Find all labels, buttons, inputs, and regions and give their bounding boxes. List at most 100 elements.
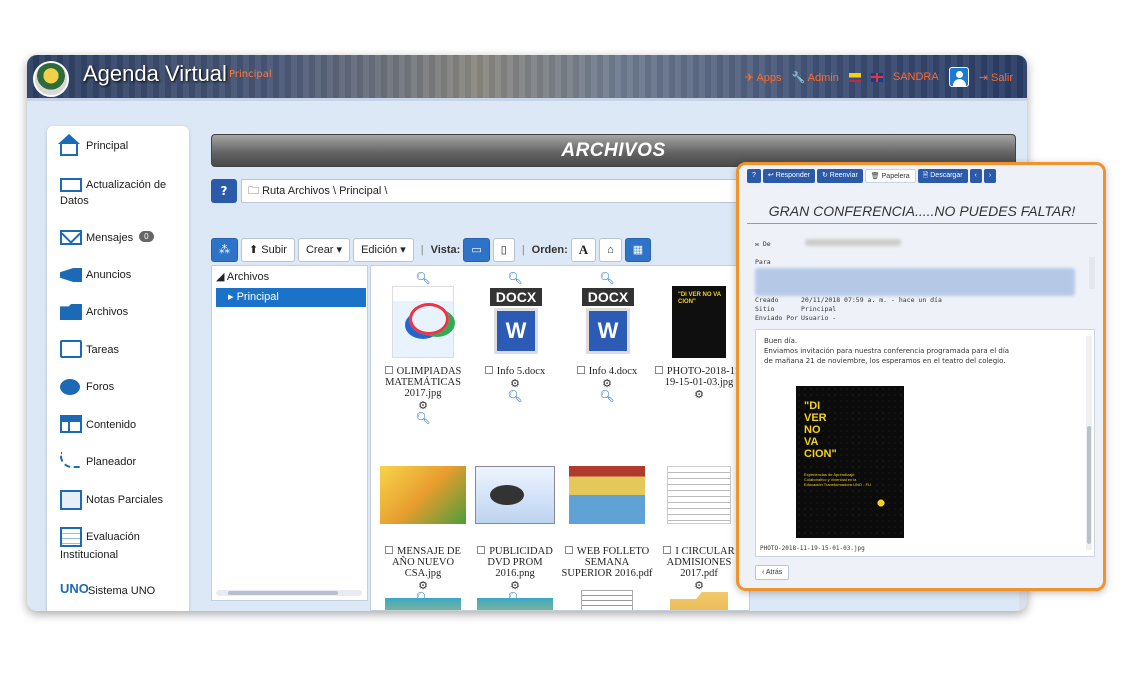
sidebar-item-principal[interactable]: Principal xyxy=(47,134,189,156)
file-checkbox[interactable] xyxy=(384,366,393,374)
sidebar-item-label: Foros xyxy=(86,381,115,393)
colombia-flag-icon[interactable] xyxy=(848,72,861,82)
file-checkbox[interactable] xyxy=(576,366,585,374)
file-checkbox[interactable] xyxy=(654,366,663,374)
sidebar-item-evaluacion[interactable]: Evaluación Institucional xyxy=(47,527,189,561)
view-list-button[interactable]: ▯ xyxy=(492,238,515,262)
edit-dropdown[interactable]: Edición ▾ xyxy=(353,238,414,262)
file-name: Info 5.docx xyxy=(496,366,546,377)
toolbar-divider: | xyxy=(420,244,424,256)
sidebar-item-label: Planeador xyxy=(86,456,137,468)
file-checkbox[interactable] xyxy=(385,546,394,554)
file-item[interactable]: WEB FOLLETO SEMANA SUPERIOR 2016.pdf xyxy=(561,464,653,579)
gear-icon[interactable]: ⚙ xyxy=(653,388,745,401)
file-item[interactable]: 🔍︎ OLIMPIADAS MATEMÁTICAS 2017.jpg ⚙ 🔍︎ xyxy=(377,272,469,424)
user-avatar-icon[interactable] xyxy=(948,67,969,87)
tree-root-node[interactable]: ◢ Archivos xyxy=(216,270,269,283)
reply-button[interactable]: ↩ Responder xyxy=(762,169,815,183)
file-item[interactable] xyxy=(377,596,469,610)
app-breadcrumb[interactable]: Principal xyxy=(229,69,272,80)
file-item[interactable] xyxy=(561,588,653,610)
file-item[interactable]: 🔍︎ "DI VER NO VA CION" PHOTO-2018-11-19-… xyxy=(653,272,745,401)
file-item[interactable]: I CIRCULAR ADMISIONES 2017.pdf ⚙ xyxy=(653,464,745,592)
created-label: Creado xyxy=(755,296,779,304)
sidebar-item-mensajes[interactable]: Mensajes 0 xyxy=(47,228,189,248)
message-body-text: Buen día. Enviamos invitación para nuest… xyxy=(764,336,1009,366)
preview-icon[interactable]: 🔍︎ xyxy=(561,272,653,284)
upload-button[interactable]: ⬆ Subir xyxy=(241,238,295,262)
file-item[interactable]: 🔍︎ DOCX W Info 5.docx ⚙ 🔍︎ xyxy=(469,272,561,402)
next-button[interactable]: › xyxy=(983,169,997,183)
forward-button[interactable]: ↻ Reenviar xyxy=(816,169,863,183)
user-name[interactable]: SANDRA xyxy=(893,71,939,83)
file-item[interactable]: PUBLICIDAD DVD PROM 2016.png ⚙ 🔍︎ xyxy=(469,464,561,604)
preview-icon[interactable]: 🔍︎ xyxy=(469,390,561,402)
preview-icon[interactable]: 🔍︎ xyxy=(377,412,469,424)
to-label: Para xyxy=(755,258,771,266)
logout-link[interactable]: ⇥ Salir xyxy=(979,71,1013,84)
folder-item[interactable] xyxy=(653,590,745,610)
file-checkbox[interactable] xyxy=(663,546,672,554)
attachment-filename[interactable]: PHOTO-2018-11-19-15-01-03.jpg xyxy=(760,545,865,552)
poster-subtitle: Experiencias de Aprendizaje Colaborativo… xyxy=(804,472,872,487)
file-name: OLIMPIADAS MATEMÁTICAS 2017.jpg xyxy=(385,366,462,399)
folder-icon xyxy=(60,302,82,322)
file-name: Info 4.docx xyxy=(588,366,638,377)
recipients-scrollbar[interactable] xyxy=(1089,257,1095,289)
sent-by-label: Enviado Por xyxy=(755,314,799,322)
help-button[interactable]: ? xyxy=(211,179,237,203)
download-button[interactable]: 🗎 Descargar xyxy=(917,169,968,183)
sidebar-item-label: Principal xyxy=(86,140,129,152)
preview-icon[interactable]: 🔍︎ xyxy=(469,272,561,284)
apps-link[interactable]: ✈ Apps xyxy=(745,71,782,84)
sidebar-item-archivos[interactable]: Archivos xyxy=(47,302,189,322)
file-item[interactable]: 🔍︎ DOCX W Info 4.docx ⚙ 🔍︎ xyxy=(561,272,653,402)
sidebar-item-anuncios[interactable]: Anuncios xyxy=(47,265,189,285)
admin-link[interactable]: 🔧 Admin xyxy=(792,71,839,84)
app-title[interactable]: Agenda Virtual xyxy=(83,61,227,87)
attached-poster-image[interactable]: "DI VER NO VA CION" Experiencias de Apre… xyxy=(796,386,904,538)
sidebar-item-label: Actualización de xyxy=(86,179,167,191)
file-checkbox[interactable] xyxy=(477,546,486,554)
order-size-button[interactable]: ⌂ xyxy=(599,238,622,262)
content-icon xyxy=(60,415,82,435)
file-checkbox[interactable] xyxy=(484,366,493,374)
help-button[interactable]: ? xyxy=(747,169,761,183)
preview-icon[interactable]: 🔍︎ xyxy=(561,390,653,402)
back-button[interactable]: ‹ Atrás xyxy=(755,565,790,580)
file-item[interactable] xyxy=(469,596,561,610)
create-dropdown[interactable]: Crear ▾ xyxy=(297,238,351,262)
trash-button[interactable]: 🗑 Papelera xyxy=(864,169,916,183)
order-alpha-button[interactable]: A xyxy=(570,238,597,262)
page-title: ARCHIVOS xyxy=(561,140,666,161)
sidebar-item-contenido[interactable]: Contenido xyxy=(47,415,189,435)
order-date-button[interactable]: ▦ xyxy=(624,238,652,262)
file-thumbnail xyxy=(569,466,645,524)
message-from-row: ✉ De xyxy=(755,239,901,248)
message-body-scrollbar[interactable] xyxy=(1086,336,1092,550)
tree-node-principal[interactable]: ▸ Principal xyxy=(216,288,366,307)
file-name: I CIRCULAR ADMISIONES 2017.pdf xyxy=(666,546,735,579)
uk-flag-icon[interactable] xyxy=(870,72,883,82)
sidebar-item-tareas[interactable]: Tareas xyxy=(47,340,189,360)
sidebar-item-foros[interactable]: Foros xyxy=(47,377,189,397)
sidebar-item-sistema-uno[interactable]: UNO Sistema UNO xyxy=(47,581,189,601)
preview-icon[interactable]: 🔍︎ xyxy=(377,272,469,284)
school-logo[interactable] xyxy=(33,61,69,97)
sidebar-item-planeador[interactable]: Planeador xyxy=(47,452,189,472)
sidebar-item-notas-parciales[interactable]: Notas Parciales xyxy=(47,490,189,510)
apps-label: Apps xyxy=(756,71,782,84)
sidebar-item-label: Contenido xyxy=(86,419,137,431)
view-grid-button[interactable]: ▭ xyxy=(463,238,490,262)
tree-horizontal-scrollbar[interactable] xyxy=(216,590,362,596)
previous-button[interactable]: ‹ xyxy=(969,169,982,183)
reply-label: Responder xyxy=(775,172,810,179)
top-navbar: Agenda Virtual Principal ✈ Apps 🔧 Admin … xyxy=(27,55,1027,101)
sidebar-item-label: Archivos xyxy=(86,306,129,318)
file-item[interactable]: MENSAJE DE AÑO NUEVO CSA.jpg ⚙ 🔍︎ xyxy=(377,464,469,604)
site-label: Sitio xyxy=(755,305,775,313)
tree-view-button[interactable]: ⁂ xyxy=(211,238,238,262)
forward-label: Reenviar xyxy=(829,172,858,179)
sidebar-item-actualizacion[interactable]: Actualización de Datos xyxy=(47,175,189,209)
file-checkbox[interactable] xyxy=(564,546,573,554)
